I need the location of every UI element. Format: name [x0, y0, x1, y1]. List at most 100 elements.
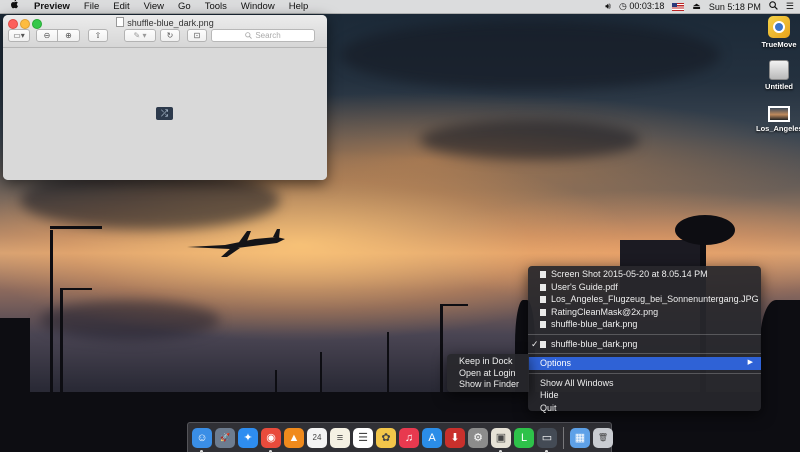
options-submenu: Keep in Dock Open at Login Show in Finde…	[447, 354, 529, 392]
airplane-silhouette	[187, 229, 285, 257]
window-title: shuffle-blue_dark.png	[3, 17, 327, 28]
reminders-icon[interactable]: ☰	[353, 427, 373, 448]
desktop-icon-label: Untitled	[765, 82, 793, 91]
recent-file-item[interactable]: Screen Shot 2015-05-20 at 8.05.14 PM	[528, 268, 761, 281]
calendar-icon[interactable]: 24	[307, 427, 327, 448]
recent-file-item[interactable]: User's Guide.pdf	[528, 281, 761, 294]
markup-pen-button[interactable]: ✎ ▾	[124, 29, 156, 42]
streetlight-pole	[50, 230, 53, 410]
recent-file-item[interactable]: Los_Angeles_Flugzeug_bei_Sonnenuntergang…	[528, 293, 761, 306]
recent-file-label: RatingCleanMask@2x.png	[551, 306, 659, 317]
document-icon	[540, 321, 546, 328]
spotlight-search-icon[interactable]	[769, 1, 778, 12]
desktop-icon-truemove[interactable]: TrueMove	[756, 16, 800, 49]
submenu-arrow-icon: ▶	[747, 359, 753, 366]
app-store-icon[interactable]: A	[422, 427, 442, 448]
photos-icon[interactable]: ✿	[376, 427, 396, 448]
menu-separator	[528, 333, 761, 335]
timer-readout: 00:03:18	[629, 1, 665, 11]
menu-window[interactable]: Window	[234, 0, 282, 13]
quit-item[interactable]: Quit	[528, 402, 761, 415]
truemove-app-icon	[768, 16, 790, 38]
toolbox-icon: ⊡	[193, 31, 201, 40]
png-file-icon	[116, 17, 125, 27]
eject-icon[interactable]: ⏏	[692, 1, 701, 12]
streetlight-arm	[60, 288, 92, 290]
menu-tools[interactable]: Tools	[198, 0, 234, 13]
trash-icon[interactable]: 🗑	[593, 427, 613, 448]
pen-icon: ✎ ▾	[133, 31, 147, 40]
app-menu-preview[interactable]: Preview	[27, 0, 77, 13]
notification-center-icon[interactable]: ☰	[786, 1, 794, 12]
dock-separator	[563, 426, 564, 449]
image-file-icon	[768, 106, 790, 122]
downloader-icon[interactable]: ⬇	[445, 427, 465, 448]
open-window-item[interactable]: ✓ shuffle-blue_dark.png	[528, 338, 761, 351]
line-icon[interactable]: L	[514, 427, 534, 448]
share-button[interactable]: ⇧	[88, 29, 108, 42]
building-silhouette	[0, 318, 30, 452]
document-icon	[540, 283, 546, 291]
document-icon	[540, 296, 546, 303]
show-all-windows-item[interactable]: Show All Windows	[528, 377, 761, 390]
menu-go[interactable]: Go	[171, 0, 198, 13]
window-titlebar[interactable]: shuffle-blue_dark.png ▭▾ ⊖ ⊕ ⇧ ✎ ▾ ↻ ⊡ S…	[3, 15, 327, 48]
document-icon	[540, 340, 546, 348]
rotate-button[interactable]: ↻	[160, 29, 180, 42]
terminal-screen-icon[interactable]: ▭	[537, 427, 557, 453]
shuffle-image: ⤮	[156, 107, 173, 120]
finder-icon[interactable]: ☺	[192, 427, 212, 453]
desktop-icon-label: Los_Angeles_F....JPG	[756, 124, 800, 133]
hide-item[interactable]: Hide	[528, 389, 761, 402]
shuffle-icon: ⤮	[160, 108, 169, 118]
menu-edit[interactable]: Edit	[106, 0, 136, 13]
menu-help[interactable]: Help	[282, 0, 316, 13]
document-icon	[540, 271, 546, 278]
recent-file-item[interactable]: RatingCleanMask@2x.png	[528, 306, 761, 319]
cloud	[40, 300, 220, 340]
desktop-icon-label: TrueMove	[761, 40, 797, 49]
cloud	[420, 120, 640, 160]
search-field[interactable]: Search	[211, 29, 315, 42]
zoom-in-button[interactable]: ⊕	[58, 29, 80, 42]
timer-status[interactable]: ◷ 00:03:18	[619, 1, 664, 12]
menu-separator	[528, 353, 761, 354]
menubar-clock[interactable]: Sun 5:18 PM	[709, 2, 761, 12]
desktop-icon-los-angeles-jpg[interactable]: Los_Angeles_F....JPG	[756, 106, 800, 133]
system-preferences-icon[interactable]: ⚙	[468, 427, 488, 448]
document-canvas[interactable]: ⤮	[3, 48, 327, 180]
chrome-icon[interactable]: ◉	[261, 427, 281, 453]
volume-icon[interactable]: 🔊︎	[605, 1, 611, 12]
zoom-out-button[interactable]: ⊖	[36, 29, 58, 42]
applications-folder-icon[interactable]: ▦	[570, 427, 590, 448]
safari-icon[interactable]: ✦	[238, 427, 258, 448]
streetlight-pole	[440, 306, 443, 406]
streetlight-pole	[387, 332, 389, 402]
sidebar-view-button[interactable]: ▭▾	[8, 29, 30, 42]
open-at-login-item[interactable]: Open at Login	[447, 368, 529, 380]
open-window-label: shuffle-blue_dark.png	[551, 338, 638, 349]
apple-menu-icon[interactable]	[0, 0, 27, 14]
menu-file[interactable]: File	[77, 0, 106, 13]
toolbox-button[interactable]: ⊡	[187, 29, 207, 42]
itunes-icon[interactable]: ♫	[399, 427, 419, 448]
preview-icon[interactable]: ▣	[491, 427, 511, 453]
desktop-icon-untitled[interactable]: Untitled	[756, 60, 800, 91]
keep-in-dock-item[interactable]: Keep in Dock	[447, 356, 529, 368]
show-in-finder-item[interactable]: Show in Finder	[447, 379, 529, 391]
streetlight-arm	[440, 304, 468, 306]
checkmark-icon: ✓	[531, 338, 539, 349]
menu-view[interactable]: View	[137, 0, 171, 13]
vlc-icon[interactable]: ▲	[284, 427, 304, 448]
search-placeholder: Search	[255, 31, 281, 40]
streetlight-pole	[60, 290, 63, 410]
options-menu-item[interactable]: Options ▶	[528, 357, 761, 370]
document-icon	[540, 308, 546, 316]
notes-icon[interactable]: ≡	[330, 427, 350, 448]
menu-bar: Preview File Edit View Go Tools Window H…	[0, 0, 800, 14]
input-source-flag-icon[interactable]	[672, 2, 685, 11]
dock-context-menu: Screen Shot 2015-05-20 at 8.05.14 PM Use…	[528, 266, 761, 413]
recent-file-item[interactable]: shuffle-blue_dark.png	[528, 318, 761, 331]
options-label: Options	[540, 358, 572, 368]
launchpad-icon[interactable]: 🚀	[215, 427, 235, 448]
